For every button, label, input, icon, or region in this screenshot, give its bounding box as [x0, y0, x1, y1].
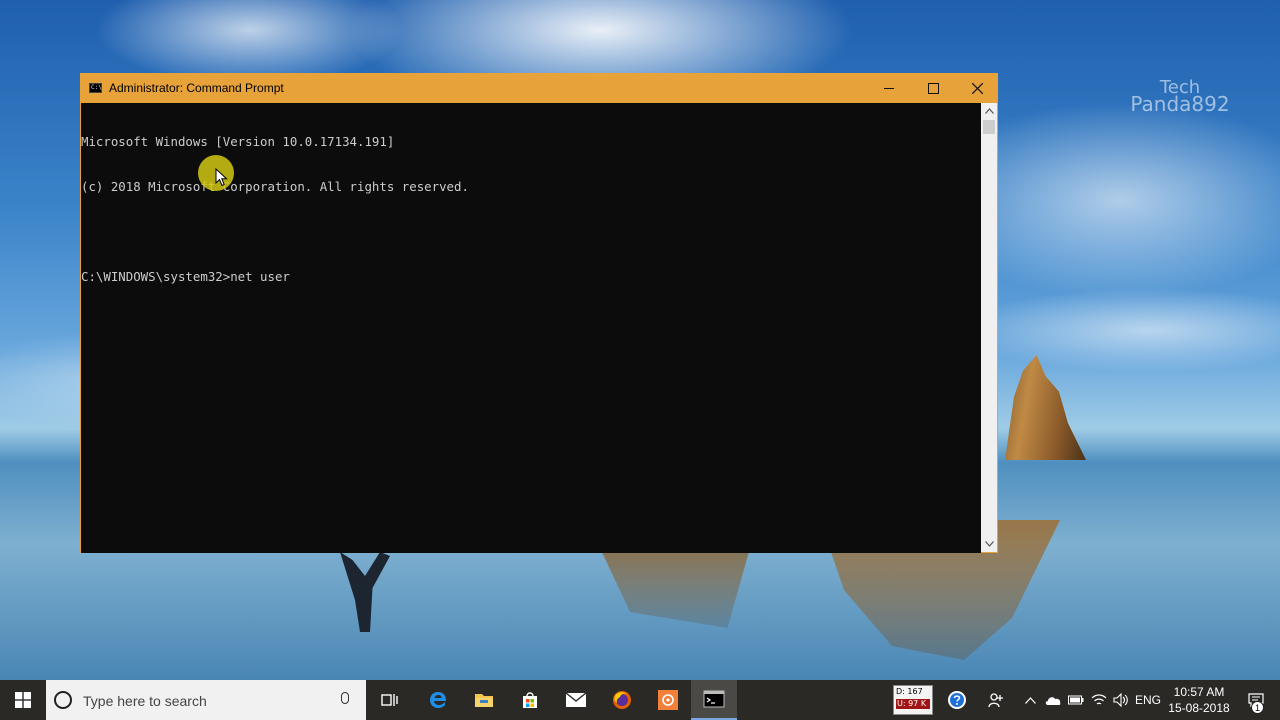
mouse-pointer-icon: [215, 168, 228, 187]
console-command-line[interactable]: C:\WINDOWS\system32>net user: [81, 269, 981, 284]
edge-taskbar-button[interactable]: [415, 680, 461, 720]
minimize-icon: [884, 88, 894, 89]
search-placeholder: Type here to search: [83, 693, 207, 709]
onedrive-tray-button[interactable]: [1042, 680, 1064, 720]
task-view-icon: [381, 694, 398, 706]
chevron-down-icon: [984, 541, 994, 547]
wallpaper-cliff: [1005, 355, 1086, 460]
task-view-button[interactable]: [367, 680, 413, 720]
command-prompt-taskbar-button[interactable]: [691, 680, 737, 720]
maximize-button[interactable]: [911, 74, 955, 103]
people-icon: [988, 693, 1003, 708]
wallpaper-rock-reflection: [600, 548, 750, 628]
scrollbar-thumb[interactable]: [983, 120, 995, 134]
minimize-button[interactable]: [867, 74, 911, 103]
firefox-taskbar-button[interactable]: [599, 680, 645, 720]
console-line: Microsoft Windows [Version 10.0.17134.19…: [81, 134, 395, 149]
vertical-scrollbar[interactable]: [981, 103, 997, 552]
volume-tray-button[interactable]: [1110, 680, 1132, 720]
scroll-down-button[interactable]: [981, 536, 997, 552]
windows-logo-icon: [15, 692, 31, 708]
chevron-up-icon: [1024, 696, 1036, 704]
file-explorer-taskbar-button[interactable]: [461, 680, 507, 720]
clock-time: 10:57 AM: [1173, 685, 1225, 699]
mail-icon: [565, 692, 587, 707]
notification-count-badge: 1: [1251, 701, 1264, 714]
start-button[interactable]: [0, 680, 46, 720]
cortana-icon: [54, 691, 72, 709]
command-prompt-title-icon[interactable]: C:\: [89, 83, 102, 93]
network-meter[interactable]: D: 167 U: 97 K: [893, 685, 933, 715]
watermark-line2: Panda892: [1130, 92, 1230, 116]
action-center-button[interactable]: [1236, 680, 1276, 720]
chevron-up-icon: [984, 108, 994, 114]
maximize-icon: [927, 83, 939, 94]
network-upload: U: 97 K: [896, 699, 930, 709]
edge-icon: [430, 692, 446, 708]
window-title: Administrator: Command Prompt: [109, 81, 284, 95]
people-tray-button[interactable]: [983, 680, 1009, 720]
store-icon: [523, 692, 537, 708]
file-explorer-icon: [475, 694, 493, 707]
orange-app-taskbar-button[interactable]: [645, 680, 691, 720]
store-taskbar-button[interactable]: [507, 680, 553, 720]
firefox-icon: [613, 691, 631, 709]
window-titlebar[interactable]: C:\ Administrator: Command Prompt: [81, 74, 997, 103]
watermark-logo: Tech Panda892: [1110, 79, 1250, 116]
taskbar-search-box[interactable]: Type here to search: [46, 680, 366, 720]
app-icon: [658, 690, 678, 710]
close-icon: [971, 83, 983, 94]
wifi-icon: [1091, 694, 1107, 705]
mail-taskbar-button[interactable]: [553, 680, 599, 720]
close-button[interactable]: [955, 74, 999, 103]
taskbar: Type here to search D: 167 U: 97 K ENG 1…: [0, 680, 1280, 720]
show-hidden-icons-button[interactable]: [1020, 680, 1040, 720]
microphone-icon[interactable]: [341, 692, 349, 704]
command-prompt-icon: [703, 690, 725, 708]
battery-tray-button[interactable]: [1065, 680, 1087, 720]
cloud-icon: [1045, 697, 1061, 705]
help-tray-button[interactable]: [943, 680, 971, 720]
wifi-tray-button[interactable]: [1088, 680, 1110, 720]
taskbar-clock[interactable]: 10:57 AM 15-08-2018: [1164, 684, 1234, 716]
clock-date: 15-08-2018: [1168, 701, 1230, 715]
scroll-up-button[interactable]: [981, 103, 997, 119]
battery-icon: [1068, 695, 1084, 705]
network-download: D: 167: [896, 687, 923, 696]
wallpaper-person-reflection: [340, 552, 390, 632]
language-indicator[interactable]: ENG: [1134, 680, 1162, 720]
command-prompt-window[interactable]: C:\ Administrator: Command Prompt Micros…: [80, 73, 998, 553]
speaker-icon: [1113, 693, 1128, 707]
help-icon: [948, 691, 966, 709]
